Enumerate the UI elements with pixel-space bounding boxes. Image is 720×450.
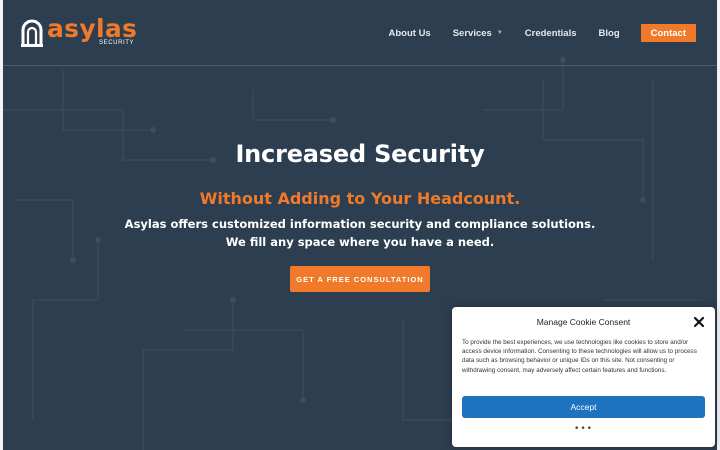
nav-item-blog[interactable]: Blog <box>599 28 620 39</box>
shield-arch-icon <box>21 19 43 47</box>
cookie-consent-dialog: Manage Cookie Consent To provide the bes… <box>452 307 715 447</box>
cookie-dialog-title: Manage Cookie Consent <box>536 317 631 327</box>
chevron-down-icon: ▼ <box>496 30 503 36</box>
logo[interactable]: asylas SECURITY <box>21 14 137 49</box>
nav-item-label: About Us <box>388 27 431 39</box>
contact-button[interactable]: Contact <box>640 24 696 42</box>
more-options-icon[interactable]: ••• <box>452 424 715 434</box>
cookie-dialog-body: To provide the best experiences, we use … <box>462 339 697 374</box>
logo-wordmark: asylas SECURITY <box>47 14 137 49</box>
hero-description: Asylas offers customized information sec… <box>3 216 717 251</box>
nav-item-label: Services <box>452 27 492 39</box>
free-consultation-button[interactable]: GET A FREE CONSULTATION <box>290 266 430 292</box>
nav-item-label: Credentials <box>524 27 577 39</box>
hero-title: Increased Security <box>235 140 485 168</box>
hero-description-line-1: Asylas offers customized information sec… <box>124 217 596 231</box>
site-header: asylas SECURITY About Us Services ▼ Cred… <box>3 0 717 66</box>
nav-item-about-us[interactable]: About Us <box>389 28 431 39</box>
close-icon[interactable] <box>693 316 705 328</box>
nav-item-credentials[interactable]: Credentials <box>525 28 577 39</box>
hero-subtitle: Without Adding to Your Headcount. <box>199 189 521 208</box>
hero-description-line-2: We fill any space where you have a need. <box>225 234 495 249</box>
nav-item-label: Blog <box>598 27 620 39</box>
accept-button[interactable]: Accept <box>462 396 705 418</box>
main-nav: About Us Services ▼ Credentials Blog Con… <box>389 24 696 42</box>
logo-submark: SECURITY <box>99 40 135 46</box>
nav-item-services[interactable]: Services ▼ <box>453 28 503 39</box>
